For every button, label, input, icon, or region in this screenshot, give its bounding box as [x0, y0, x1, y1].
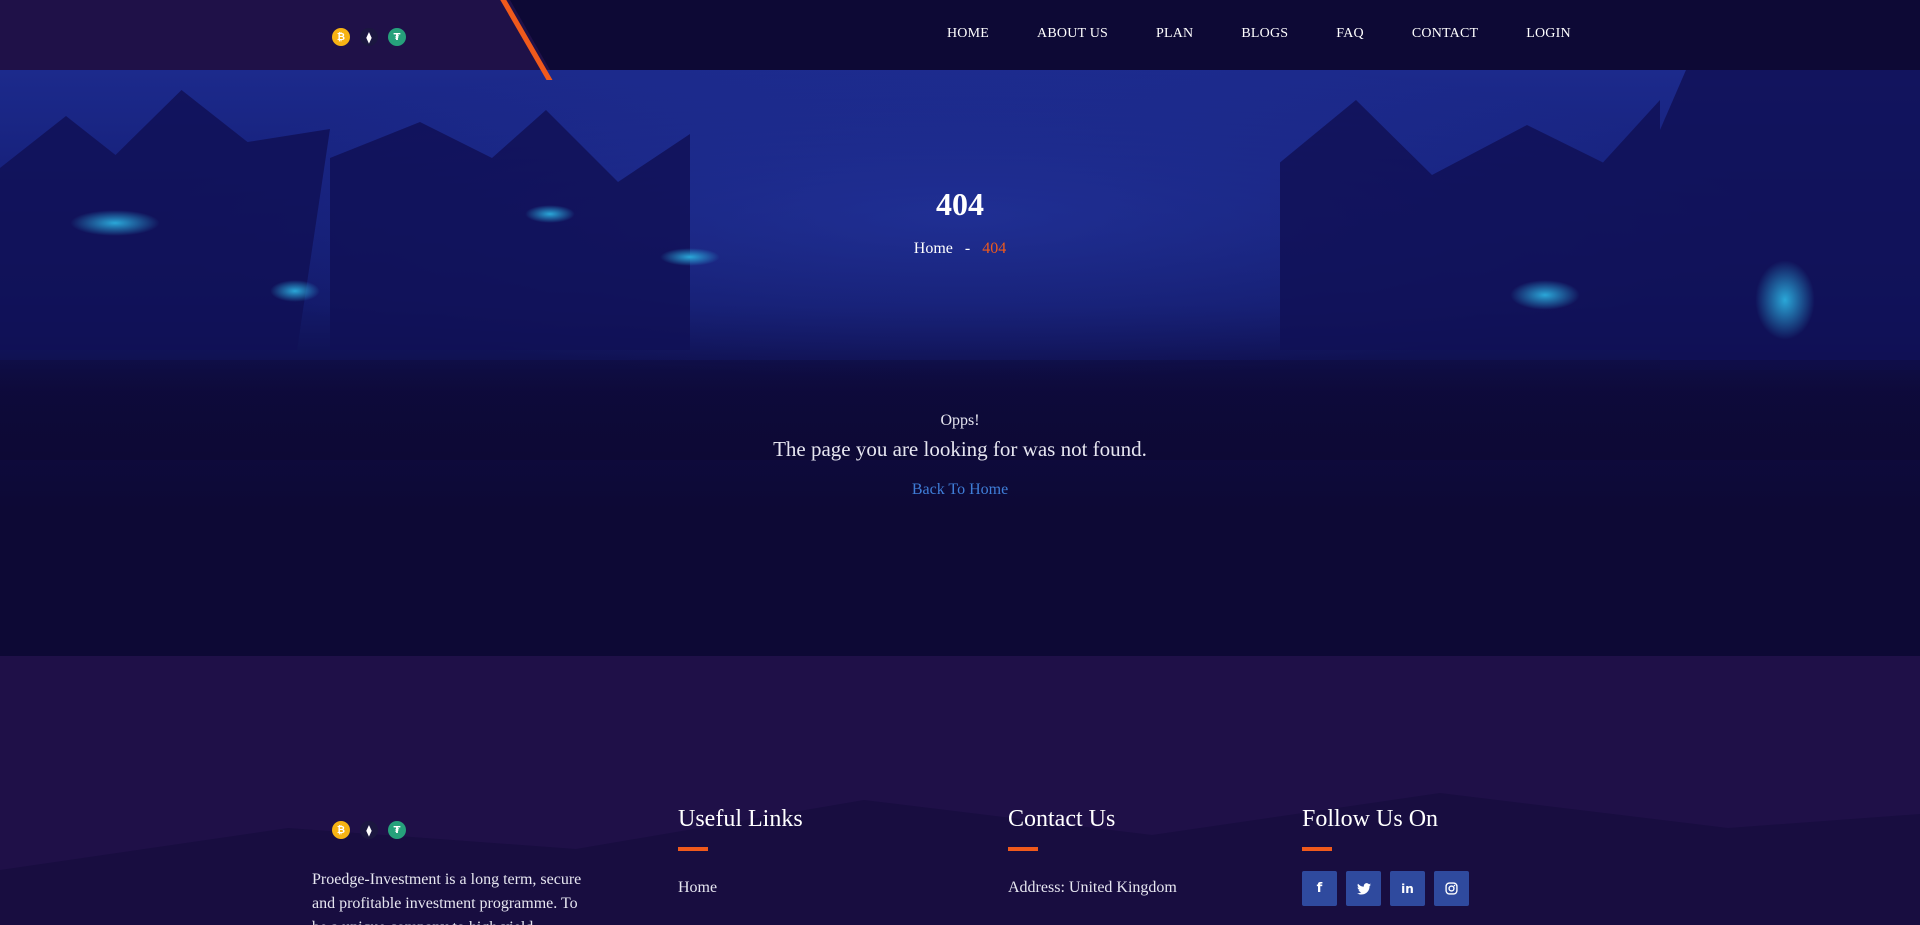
- breadcrumb-home-link[interactable]: Home: [914, 240, 953, 257]
- heading-underline: [1302, 847, 1332, 851]
- page-title: 404: [936, 186, 984, 222]
- nav-plan[interactable]: PLAN: [1156, 26, 1193, 42]
- background-rock: [1280, 100, 1660, 350]
- crystal-glow: [1510, 280, 1580, 310]
- nav-login[interactable]: LOGIN: [1526, 26, 1571, 42]
- follow-heading: Follow Us On: [1302, 806, 1439, 832]
- error-exclamation: Opps!: [940, 412, 980, 429]
- footer-background-shape: [0, 793, 1920, 925]
- bitcoin-icon: ₿: [332, 28, 350, 46]
- breadcrumb-separator: -: [964, 240, 971, 257]
- facebook-icon[interactable]: f: [1302, 871, 1337, 906]
- ethereum-icon: ⧫: [360, 28, 378, 46]
- heading-underline: [1008, 847, 1038, 851]
- useful-links-heading: Useful Links: [678, 806, 803, 832]
- error-message: The page you are looking for was not fou…: [773, 437, 1147, 461]
- hero-banner: 404 Home - 404 Opps! The page you are lo…: [0, 70, 1920, 656]
- follow-column: Follow Us On f in: [1302, 806, 1469, 906]
- contact-column: Contact Us Address: United Kingdom: [1008, 806, 1177, 897]
- contact-heading: Contact Us: [1008, 806, 1116, 832]
- header-logo-area: [0, 0, 550, 70]
- breadcrumb-current: 404: [982, 240, 1007, 257]
- instagram-icon[interactable]: [1434, 871, 1469, 906]
- site-header: ₿ ⧫ ₮ HOME ABOUT US PLAN BLOGS FAQ CONTA…: [0, 0, 1920, 80]
- crystal-glow: [270, 280, 320, 302]
- twitter-icon[interactable]: [1346, 871, 1381, 906]
- useful-links-column: Useful Links Home: [678, 806, 803, 897]
- tether-icon: ₮: [388, 821, 406, 839]
- site-footer: ₿ ⧫ ₮ Proedge-Investment is a long term,…: [0, 656, 1920, 925]
- ethereum-icon: ⧫: [360, 821, 378, 839]
- tether-icon: ₮: [388, 28, 406, 46]
- footer-link-home[interactable]: Home: [678, 879, 803, 897]
- breadcrumb: Home - 404: [0, 240, 1920, 258]
- footer-about-text: Proedge-Investment is a long term, secur…: [312, 871, 582, 925]
- footer-logo[interactable]: ₿ ⧫ ₮: [332, 821, 406, 839]
- nav-about-us[interactable]: ABOUT US: [1037, 26, 1108, 42]
- nav-contact[interactable]: CONTACT: [1412, 26, 1478, 42]
- nav-home[interactable]: HOME: [947, 26, 989, 42]
- contact-address: Address: United Kingdom: [1008, 879, 1177, 896]
- background-rock: [330, 110, 690, 350]
- bitcoin-icon: ₿: [332, 821, 350, 839]
- heading-underline: [678, 847, 708, 851]
- nav-blogs[interactable]: BLOGS: [1241, 26, 1288, 42]
- social-links: f in: [1302, 871, 1469, 906]
- linkedin-icon[interactable]: in: [1390, 871, 1425, 906]
- site-logo[interactable]: ₿ ⧫ ₮: [332, 28, 406, 46]
- crystal-glow: [1755, 260, 1815, 340]
- back-to-home-link[interactable]: Back To Home: [0, 481, 1920, 499]
- nav-faq[interactable]: FAQ: [1336, 26, 1364, 42]
- main-nav: HOME ABOUT US PLAN BLOGS FAQ CONTACT LOG…: [947, 26, 1571, 42]
